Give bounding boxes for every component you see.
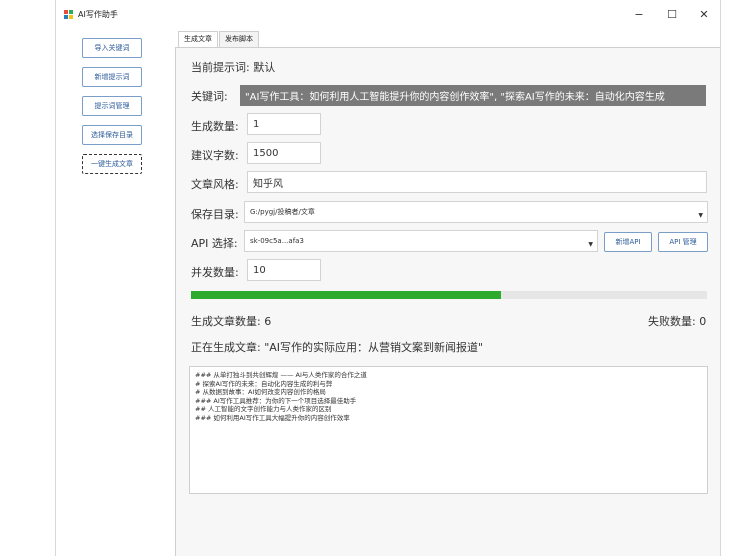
api-label: API 选择: xyxy=(191,237,238,250)
save-dir-select[interactable]: G:/pygj/投稿者/文章 ▼ xyxy=(244,201,708,223)
new-api-button[interactable]: 新增API xyxy=(604,232,652,252)
words-label: 建议字数: xyxy=(191,149,239,162)
sidebar: 导入关键词 新增提示词 提示词管理 选择保存目录 一键生成文章 xyxy=(56,30,176,556)
keywords-input[interactable]: "AI写作工具：如何利用人工智能提升你的内容创作效率", "探索AI写作的未来：… xyxy=(240,85,706,106)
concurrency-label: 并发数量: xyxy=(191,266,239,279)
close-button[interactable]: ✕ xyxy=(693,7,715,23)
count-input[interactable]: 1 xyxy=(247,113,321,135)
save-dir-label: 保存目录: xyxy=(191,208,239,221)
keywords-label: 关键词: xyxy=(191,90,228,103)
concurrency-row: 并发数量: xyxy=(191,264,239,280)
api-value: sk-09c5a...afa3 xyxy=(250,237,304,245)
failed-count: 失败数量: 0 xyxy=(648,315,707,328)
prompt-row: 当前提示词: 默认 xyxy=(191,59,275,75)
title-bar: AI写作助手 − ☐ ✕ xyxy=(56,0,720,30)
keywords-row: 关键词: xyxy=(191,88,228,104)
words-input[interactable]: 1500 xyxy=(247,142,321,164)
minimize-button[interactable]: − xyxy=(628,7,650,23)
style-label: 文章风格: xyxy=(191,178,239,191)
style-input[interactable]: 知乎风 xyxy=(247,171,707,193)
current-article: 正在生成文章: "AI写作的实际应用：从营销文案到新闻报道" xyxy=(191,341,484,354)
select-save-dir-button[interactable]: 选择保存目录 xyxy=(82,125,142,145)
tab-bar: 生成文章 发布脚本 xyxy=(178,31,260,48)
words-row: 建议字数: xyxy=(191,147,239,163)
save-dir-value: G:/pygj/投稿者/文章 xyxy=(250,208,315,216)
count-row: 生成数量: xyxy=(191,118,239,134)
progress-bar xyxy=(191,291,707,299)
log-textarea[interactable]: ### 从单打独斗到共创辉煌 —— AI与人类作家的合作之道 # 探索AI写作的… xyxy=(189,366,708,494)
generated-count-row: 生成文章数量: 6 xyxy=(191,313,271,329)
maximize-button[interactable]: ☐ xyxy=(661,7,683,23)
app-logo-icon xyxy=(64,10,74,20)
concurrency-input[interactable]: 10 xyxy=(247,259,321,281)
generated-count: 生成文章数量: 6 xyxy=(191,315,272,328)
log-line: ## 人工智能的文字创作能力与人类作家的区别 xyxy=(195,405,332,414)
chevron-down-icon: ▼ xyxy=(698,212,703,219)
tab-publish-script[interactable]: 发布脚本 xyxy=(219,31,259,47)
failed-count-row: 失败数量: 0 xyxy=(648,313,706,329)
current-prompt-label: 当前提示词: 默认 xyxy=(191,61,276,74)
prompt-manage-button[interactable]: 提示词管理 xyxy=(82,96,142,116)
tab-generate[interactable]: 生成文章 xyxy=(178,31,218,48)
import-keywords-button[interactable]: 导入关键词 xyxy=(82,38,142,58)
generate-articles-button[interactable]: 一键生成文章 xyxy=(82,154,142,174)
current-article-row: 正在生成文章: "AI写作的实际应用：从营销文案到新闻报道" xyxy=(191,339,483,355)
chevron-down-icon: ▼ xyxy=(588,241,593,248)
api-select[interactable]: sk-09c5a...afa3 ▼ xyxy=(244,230,598,252)
log-line: ### 从单打独斗到共创辉煌 —— AI与人类作家的合作之道 xyxy=(195,371,367,379)
count-label: 生成数量: xyxy=(191,120,239,133)
log-line: ### 如何利用AI写作工具大幅提升你的内容创作效率 xyxy=(195,413,350,422)
add-prompt-button[interactable]: 新增提示词 xyxy=(82,67,142,87)
api-manage-button[interactable]: API 管理 xyxy=(658,232,708,252)
api-row: API 选择: xyxy=(191,235,238,251)
save-row: 保存目录: xyxy=(191,206,239,222)
log-line: # 从数据到故事：AI如何改变内容创作的格局 xyxy=(195,388,326,397)
style-row: 文章风格: xyxy=(191,176,239,192)
window-title: AI写作助手 xyxy=(78,10,118,19)
log-line: # 探索AI写作的未来：自动化内容生成的利与弊 xyxy=(195,379,333,388)
progress-fill xyxy=(191,291,501,299)
